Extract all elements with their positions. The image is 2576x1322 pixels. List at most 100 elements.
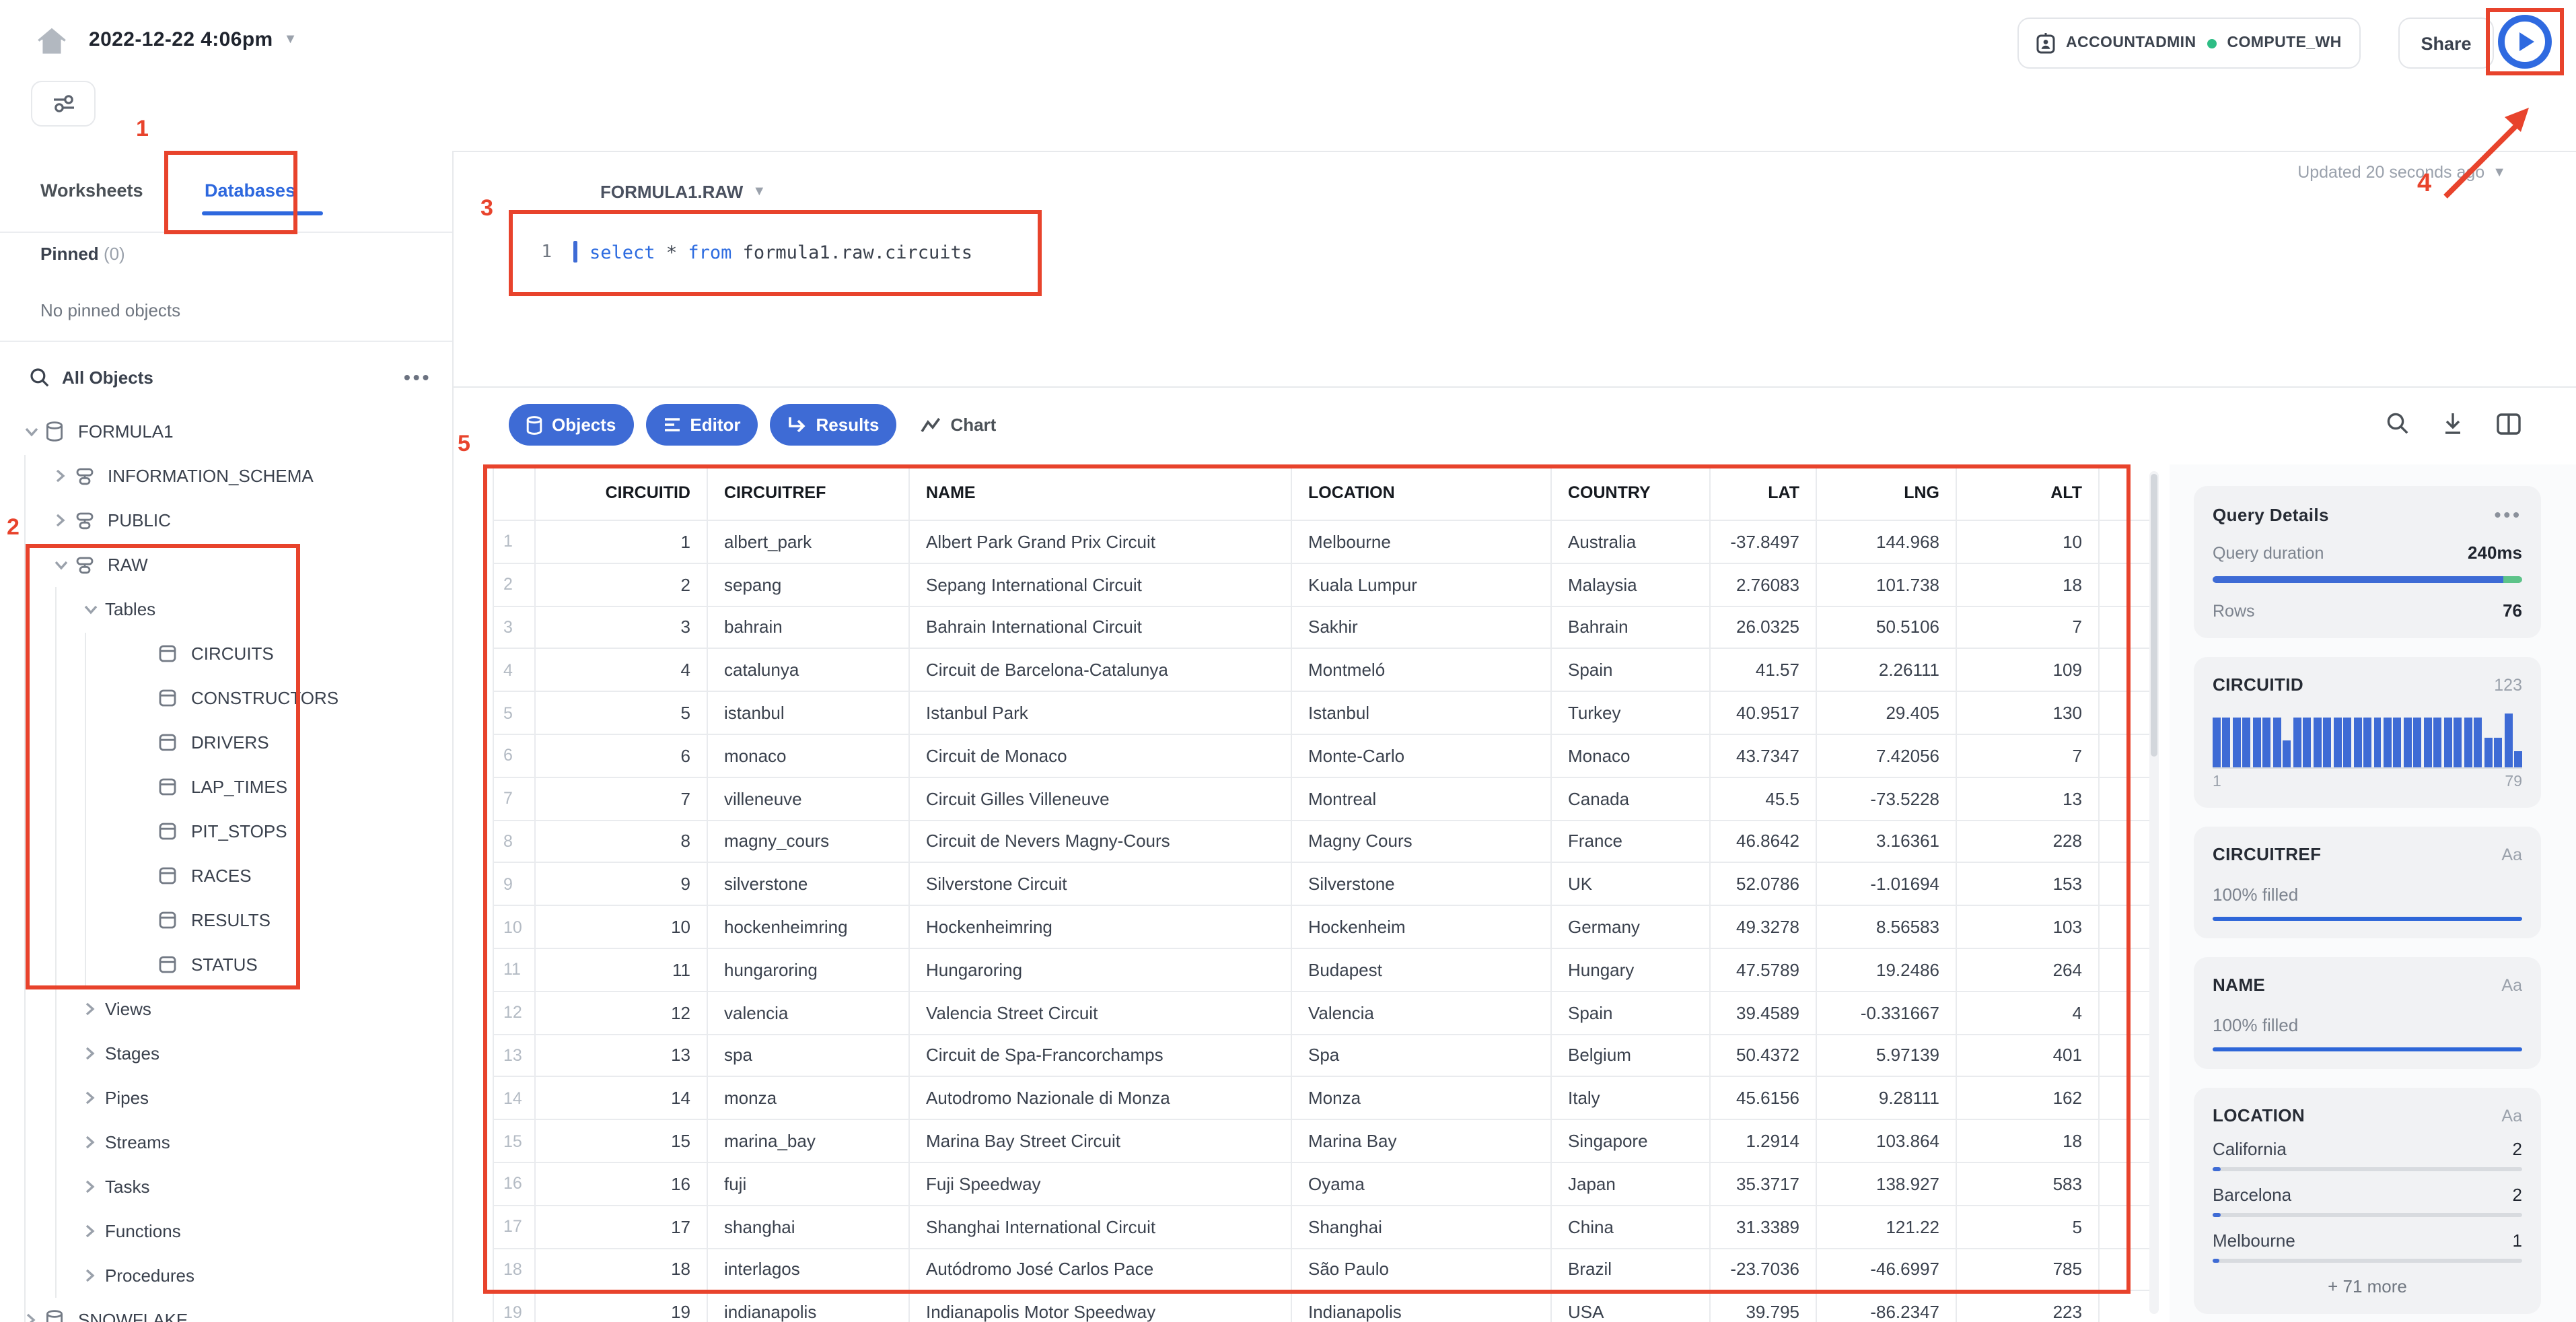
table-cell[interactable]: -37.8497 [1711,521,1817,564]
table-cell[interactable]: 9 [536,863,708,907]
column-header-alt[interactable]: ALT [1957,464,2100,521]
table-cell[interactable]: Malaysia [1552,563,1711,607]
tree-item-pit_stops[interactable]: PIT_STOPS [0,809,452,854]
table-cell[interactable]: 2.76083 [1711,563,1817,607]
view-tab-results[interactable]: Results [770,404,897,446]
filters-button[interactable] [31,81,96,127]
tree-item-snowflake[interactable]: SNOWFLAKE [0,1298,452,1322]
card-more-menu[interactable]: ••• [2495,503,2522,525]
view-tab-editor[interactable]: Editor [645,404,758,446]
table-cell[interactable]: -46.6997 [1817,1249,1957,1292]
updated-status[interactable]: Updated 20 seconds ago ▼ [2297,163,2506,182]
row-number[interactable]: 3 [494,606,536,650]
row-number[interactable]: 15 [494,1120,536,1163]
table-cell[interactable]: 583 [1957,1162,2100,1206]
table-cell[interactable]: 31.3389 [1711,1206,1817,1249]
table-cell[interactable]: 5.97139 [1817,1035,1957,1078]
table-cell[interactable]: 109 [1957,649,2100,693]
table-cell[interactable]: 19.2486 [1817,948,1957,992]
tree-item-functions[interactable]: Functions [0,1209,452,1253]
tree-item-results[interactable]: RESULTS [0,898,452,942]
table-cell[interactable]: 49.3278 [1711,906,1817,949]
table-cell[interactable]: 14 [536,1077,708,1121]
chevron-right-icon[interactable] [46,513,75,528]
row-number[interactable]: 19 [494,1291,536,1322]
table-cell[interactable]: 10 [1957,521,2100,564]
table-cell[interactable]: 103 [1957,906,2100,949]
table-cell[interactable]: valencia [708,992,910,1035]
tree-item-tables[interactable]: Tables [0,587,452,631]
table-cell[interactable]: albert_park [708,521,910,564]
tree-item-views[interactable]: Views [0,987,452,1031]
chevron-right-icon[interactable] [75,1224,105,1239]
table-cell[interactable]: Melbourne [1292,521,1552,564]
table-cell[interactable]: villeneuve [708,777,910,821]
table-cell[interactable]: -1.01694 [1817,863,1957,907]
more-values-link[interactable]: + 71 more [2213,1276,2522,1296]
table-cell[interactable]: 46.8642 [1711,821,1817,864]
run-button[interactable] [2498,15,2552,69]
table-cell[interactable]: Oyama [1292,1162,1552,1206]
row-number[interactable]: 4 [494,649,536,693]
table-cell[interactable]: Valencia [1292,992,1552,1035]
table-cell[interactable]: 26.0325 [1711,606,1817,650]
column-header-lng[interactable]: LNG [1817,464,1957,521]
tree-item-raw[interactable]: RAW [0,543,452,587]
table-cell[interactable]: 45.6156 [1711,1077,1817,1121]
table-cell[interactable]: 41.57 [1711,649,1817,693]
table-cell[interactable]: Bahrain International Circuit [910,606,1292,650]
table-cell[interactable]: 101.738 [1817,563,1957,607]
table-cell[interactable]: 3.16361 [1817,821,1957,864]
row-number[interactable]: 10 [494,906,536,949]
tree-item-races[interactable]: RACES [0,854,452,898]
table-cell[interactable]: 121.22 [1817,1206,1957,1249]
table-cell[interactable]: interlagos [708,1249,910,1292]
table-cell[interactable]: 5 [536,692,708,735]
table-cell[interactable]: Hockenheim [1292,906,1552,949]
table-cell[interactable]: Marina Bay [1292,1120,1552,1163]
row-number[interactable]: 13 [494,1035,536,1078]
row-number[interactable]: 5 [494,692,536,735]
download-results-button[interactable] [2441,412,2464,435]
table-cell[interactable]: 52.0786 [1711,863,1817,907]
table-cell[interactable]: 39.4589 [1711,992,1817,1035]
table-cell[interactable]: Istanbul [1292,692,1552,735]
chevron-down-icon[interactable] [75,602,105,616]
table-cell[interactable]: -23.7036 [1711,1249,1817,1292]
table-cell[interactable]: Circuit de Spa-Francorchamps [910,1035,1292,1078]
table-cell[interactable]: Budapest [1292,948,1552,992]
table-cell[interactable]: Brazil [1552,1249,1711,1292]
chevron-right-icon[interactable] [75,1090,105,1105]
table-cell[interactable]: Japan [1552,1162,1711,1206]
table-cell[interactable]: 153 [1957,863,2100,907]
table-cell[interactable]: Turkey [1552,692,1711,735]
chevron-down-icon[interactable] [16,425,46,438]
chevron-right-icon[interactable] [46,468,75,483]
table-cell[interactable]: Monza [1292,1077,1552,1121]
table-cell[interactable]: Germany [1552,906,1711,949]
table-cell[interactable]: 18 [1957,1120,2100,1163]
table-cell[interactable]: Shanghai International Circuit [910,1206,1292,1249]
table-cell[interactable]: Bahrain [1552,606,1711,650]
table-cell[interactable]: 138.927 [1817,1162,1957,1206]
table-cell[interactable]: Sakhir [1292,606,1552,650]
table-cell[interactable]: 3 [536,606,708,650]
table-cell[interactable]: Magny Cours [1292,821,1552,864]
view-tab-objects[interactable]: Objects [509,404,634,446]
table-cell[interactable]: 7.42056 [1817,734,1957,778]
table-cell[interactable]: Spain [1552,649,1711,693]
table-cell[interactable]: 785 [1957,1249,2100,1292]
row-number[interactable]: 7 [494,777,536,821]
row-number[interactable]: 16 [494,1162,536,1206]
table-cell[interactable]: Hockenheimring [910,906,1292,949]
table-cell[interactable]: 50.5106 [1817,606,1957,650]
table-cell[interactable]: Spa [1292,1035,1552,1078]
row-number[interactable]: 12 [494,992,536,1035]
table-cell[interactable]: hockenheimring [708,906,910,949]
table-cell[interactable]: Shanghai [1292,1206,1552,1249]
tree-item-stages[interactable]: Stages [0,1031,452,1076]
row-number[interactable]: 11 [494,948,536,992]
table-cell[interactable]: France [1552,821,1711,864]
table-cell[interactable]: 16 [536,1162,708,1206]
table-cell[interactable]: 10 [536,906,708,949]
